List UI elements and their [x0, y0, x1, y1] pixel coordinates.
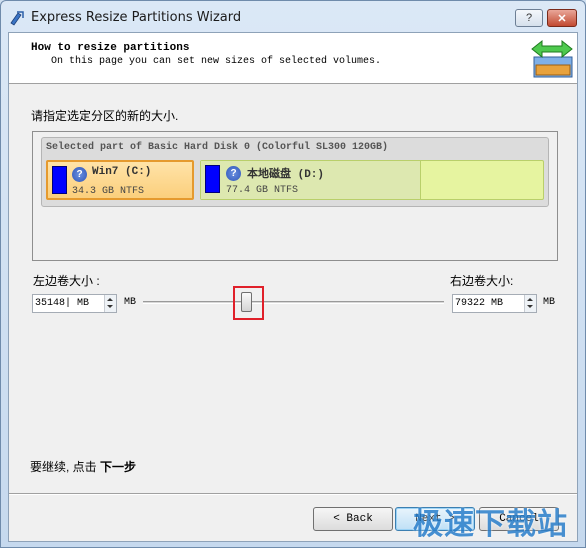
question-icon: ?: [72, 167, 87, 182]
left-volume-spinner[interactable]: [104, 295, 116, 312]
page-title: How to resize partitions: [31, 42, 190, 54]
partition-name: 本地磁盘 (D:): [247, 169, 325, 181]
right-volume-label: 右边卷大小:: [450, 274, 514, 288]
partition-d[interactable]: ? 本地磁盘 (D:) 77.4 GB NTFS: [200, 160, 544, 200]
resize-partitions-icon: [531, 39, 573, 78]
resize-slider-track[interactable]: [143, 301, 444, 304]
partition-name: Win7 (C:): [92, 166, 152, 178]
highlight-box: [233, 286, 264, 320]
left-volume-value: 35148| MB: [35, 298, 90, 309]
close-button[interactable]: ✕: [547, 9, 577, 27]
left-volume-size-input[interactable]: 35148| MB: [32, 294, 117, 313]
app-icon: [10, 11, 24, 26]
right-volume-value: 79322 MB: [455, 298, 504, 309]
footer-divider: [9, 493, 577, 495]
arrow-down-icon[interactable]: [107, 305, 113, 308]
arrow-up-icon[interactable]: [527, 298, 533, 301]
wizard-header: How to resize partitions On this page yo…: [9, 33, 577, 84]
page-subtitle: On this page you can set new sizes of se…: [51, 56, 382, 67]
arrow-up-icon[interactable]: [107, 298, 113, 301]
disk-label: Selected part of Basic Hard Disk 0 (Colo…: [46, 142, 389, 153]
question-icon: ?: [226, 166, 241, 181]
partition-usage-bar: [205, 165, 220, 193]
wizard-window: Express Resize Partitions Wizard ? ✕ How…: [0, 0, 586, 548]
right-volume-unit: MB: [543, 297, 556, 308]
right-volume-size-input[interactable]: 79322 MB: [452, 294, 537, 313]
right-volume-spinner[interactable]: [524, 295, 536, 312]
left-volume-label: 左边卷大小 :: [33, 274, 100, 288]
partition-usage-bar: [52, 166, 67, 194]
partition-c[interactable]: ? Win7 (C:) 34.3 GB NTFS: [46, 160, 194, 200]
left-volume-unit: MB: [124, 297, 137, 308]
instruction-text: 请指定选定分区的新的大小.: [31, 109, 179, 123]
disk-map-panel: Selected part of Basic Hard Disk 0 (Colo…: [32, 131, 558, 261]
wizard-client: How to resize partitions On this page yo…: [8, 32, 578, 542]
partition-size: 77.4 GB NTFS: [226, 185, 299, 196]
continue-hint: 要继续, 点击 下一步: [30, 460, 137, 474]
window-title: Express Resize Partitions Wizard: [31, 10, 242, 25]
partition-size: 34.3 GB NTFS: [72, 186, 145, 197]
disk-map: Selected part of Basic Hard Disk 0 (Colo…: [41, 137, 549, 207]
site-watermark: 极速下载站: [413, 507, 568, 542]
arrow-down-icon[interactable]: [527, 305, 533, 308]
back-button[interactable]: < Back: [313, 507, 393, 531]
title-bar[interactable]: Express Resize Partitions Wizard ? ✕: [1, 1, 585, 33]
help-button[interactable]: ?: [515, 9, 543, 27]
